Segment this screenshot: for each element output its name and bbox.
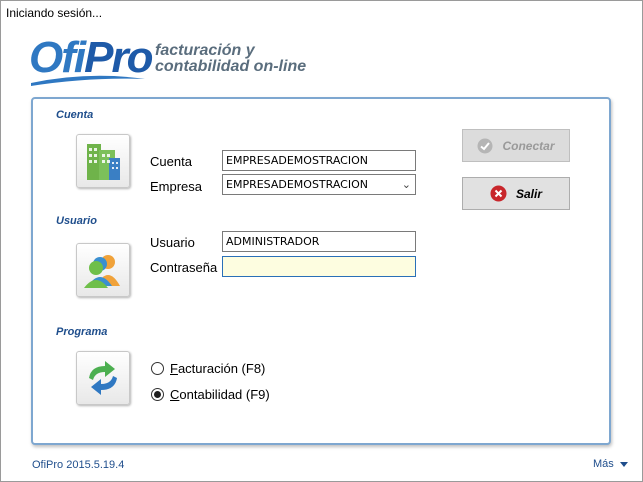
version-text: OfiPro 2015.5.19.4: [32, 459, 125, 471]
connect-button[interactable]: Conectar: [462, 129, 570, 162]
window-title: Iniciando sesión...: [6, 6, 103, 20]
radio-facturacion-circle[interactable]: [151, 362, 164, 375]
cuenta-input[interactable]: EMPRESADEMOSTRACION: [222, 150, 416, 171]
logo-tagline-2: contabilidad on-line: [155, 58, 307, 75]
usuario-label: Usuario: [150, 235, 195, 250]
password-label: Contraseña: [150, 260, 218, 275]
empresa-select[interactable]: EMPRESADEMOSTRACION ⌄: [222, 174, 416, 195]
section-title-cuenta: Cuenta: [56, 109, 94, 121]
logo-tagline-1: facturación y: [155, 42, 255, 59]
login-panel: Cuenta Cuenta EMPRESADEMOSTRACION Empres…: [31, 97, 611, 445]
chevron-down-icon[interactable]: ⌄: [402, 178, 411, 191]
empresa-select-value: EMPRESADEMOSTRACION: [226, 178, 368, 191]
connect-button-label: Conectar: [502, 138, 555, 153]
exit-button-label: Salir: [515, 186, 542, 201]
caret-down-icon: [619, 461, 628, 467]
radio-contabilidad-circle[interactable]: [151, 388, 164, 401]
buildings-icon: [76, 134, 130, 188]
check-icon: [477, 138, 493, 154]
more-menu-label: Más: [593, 458, 614, 470]
logo-tagline: facturación y contabilidad on-line: [155, 43, 306, 75]
section-title-usuario: Usuario: [56, 215, 97, 227]
exit-button[interactable]: Salir: [462, 177, 570, 210]
ofipro-logo: OfiPro facturación y contabilidad on-lin…: [29, 33, 329, 89]
refresh-arrows-icon: [76, 351, 130, 405]
logo-swoosh-icon: [31, 75, 145, 86]
more-menu[interactable]: Más: [593, 458, 628, 470]
users-icon: [76, 243, 130, 297]
cuenta-label: Cuenta: [150, 154, 192, 169]
password-input[interactable]: [222, 256, 416, 277]
radio-facturacion[interactable]: Facturación (F8): [151, 361, 265, 376]
radio-contabilidad-label: Contabilidad (F9): [170, 387, 270, 402]
radio-contabilidad[interactable]: Contabilidad (F9): [151, 387, 270, 402]
close-icon: [490, 185, 507, 202]
section-title-programa: Programa: [56, 326, 108, 338]
empresa-label: Empresa: [150, 179, 203, 194]
radio-facturacion-label: Facturación (F8): [170, 361, 266, 376]
usuario-input[interactable]: ADMINISTRADOR: [222, 231, 416, 252]
